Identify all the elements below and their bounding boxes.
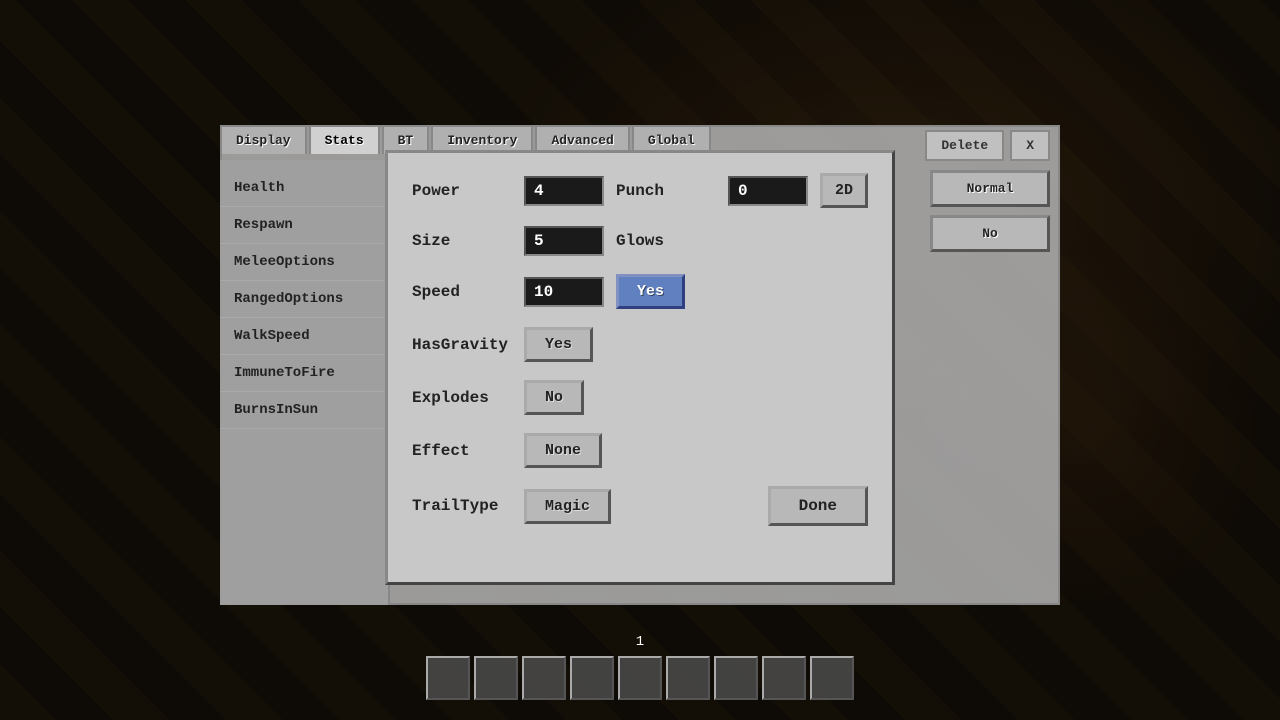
glows-label: Glows — [616, 232, 716, 250]
size-label: Size — [412, 232, 512, 250]
explodes-button[interactable]: No — [524, 380, 584, 415]
hotbar-slot-1[interactable] — [426, 656, 470, 700]
sidebar-item-walkspeed[interactable]: WalkSpeed — [220, 318, 388, 355]
sidebar-item-melee[interactable]: MeleeOptions — [220, 244, 388, 281]
trail-done-row: TrailType Magic Done — [412, 486, 868, 526]
speed-row: Speed Yes — [412, 274, 868, 309]
effect-label: Effect — [412, 442, 512, 460]
hotbar-counter: 1 — [636, 634, 644, 650]
speed-input[interactable] — [524, 277, 604, 307]
hotbar-slot-4[interactable] — [570, 656, 614, 700]
ranged-options-dialog: Power Punch 2D Size Glows Speed Yes HasG… — [385, 150, 895, 585]
hotbar-slot-8[interactable] — [762, 656, 806, 700]
explodes-row: Explodes No — [412, 380, 868, 415]
no-button[interactable]: No — [930, 215, 1050, 252]
tab-stats[interactable]: Stats — [309, 125, 380, 154]
delete-button[interactable]: Delete — [925, 130, 1004, 161]
sidebar-item-burnsinsun[interactable]: BurnsInSun — [220, 392, 388, 429]
left-sidebar: Health Respawn MeleeOptions RangedOption… — [220, 160, 390, 605]
power-input[interactable] — [524, 176, 604, 206]
has-gravity-label: HasGravity — [412, 336, 512, 354]
power-punch-row: Power Punch 2D — [412, 173, 868, 208]
punch-label: Punch — [616, 182, 716, 200]
hotbar-slot-7[interactable] — [714, 656, 758, 700]
sidebar-item-immunetofire[interactable]: ImmuneToFire — [220, 355, 388, 392]
hotbar — [426, 656, 854, 700]
hotbar-slot-3[interactable] — [522, 656, 566, 700]
close-button[interactable]: X — [1010, 130, 1050, 161]
effect-row: Effect None — [412, 433, 868, 468]
trail-type-button[interactable]: Magic — [524, 489, 611, 524]
effect-button[interactable]: None — [524, 433, 602, 468]
hotbar-slot-2[interactable] — [474, 656, 518, 700]
punch-input[interactable] — [728, 176, 808, 206]
hotbar-slot-9[interactable] — [810, 656, 854, 700]
size-input[interactable] — [524, 226, 604, 256]
2d-button[interactable]: 2D — [820, 173, 868, 208]
sidebar-item-respawn[interactable]: Respawn — [220, 207, 388, 244]
hotbar-slot-5[interactable] — [618, 656, 662, 700]
sidebar-item-health[interactable]: Health — [220, 170, 388, 207]
size-glows-row: Size Glows — [412, 226, 868, 256]
done-button[interactable]: Done — [768, 486, 868, 526]
trail-type-label: TrailType — [412, 497, 512, 515]
sidebar-item-ranged[interactable]: RangedOptions — [220, 281, 388, 318]
explodes-label: Explodes — [412, 389, 512, 407]
normal-button[interactable]: Normal — [930, 170, 1050, 207]
tab-display[interactable]: Display — [220, 125, 307, 154]
has-gravity-button[interactable]: Yes — [524, 327, 593, 362]
speed-label: Speed — [412, 283, 512, 301]
glows-yes-button[interactable]: Yes — [616, 274, 685, 309]
has-gravity-row: HasGravity Yes — [412, 327, 868, 362]
power-label: Power — [412, 182, 512, 200]
right-sidebar: Normal No — [930, 160, 1050, 262]
hotbar-slot-6[interactable] — [666, 656, 710, 700]
header-buttons: Delete X — [925, 130, 1050, 161]
